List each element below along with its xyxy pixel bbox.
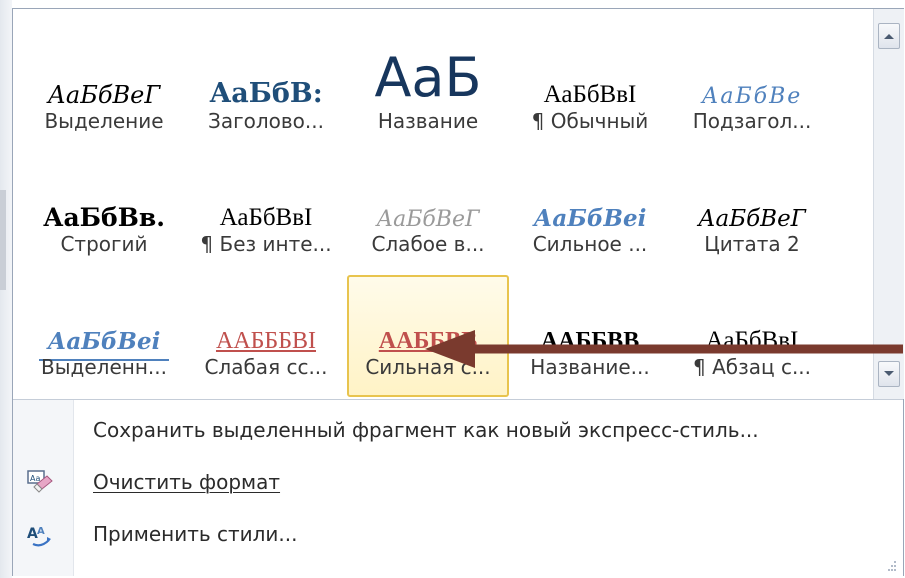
style-intense-emphasis[interactable]: АаБбВеі Сильное ...	[509, 152, 671, 274]
style-book-title[interactable]: ААББВВ Название...	[509, 275, 671, 397]
style-preview: ААББВВ	[378, 328, 478, 354]
menu-item-label: Сохранить выделенный фрагмент как новый …	[93, 418, 759, 442]
save-as-quick-style-item[interactable]: Сохранить выделенный фрагмент как новый …	[13, 406, 903, 456]
style-label: Сильное ...	[532, 232, 648, 256]
style-preview: АаБбВеГ	[698, 206, 806, 232]
style-intense-quote[interactable]: АаБбВеі Выделенн...	[23, 275, 185, 397]
style-preview: АаБбВеГ	[376, 207, 480, 232]
menu-item-label: Применить стили...	[93, 522, 298, 546]
style-subtle-emphasis[interactable]: АаБбВеГ Слабое в...	[347, 152, 509, 274]
style-label: Заголово...	[208, 109, 324, 133]
style-preview: АаБбВеі	[533, 205, 647, 232]
style-label: ¶ Абзац с...	[692, 355, 812, 379]
style-label: Подзагол...	[692, 109, 812, 133]
gallery-scrollbar[interactable]	[873, 9, 904, 399]
style-preview: АаБбВеГ	[47, 81, 161, 109]
scroll-up-icon	[884, 34, 894, 39]
apply-styles-item[interactable]: A A Применить стили...	[13, 510, 903, 560]
style-preview: АаБ	[374, 46, 482, 109]
scroll-down-icon	[884, 371, 894, 376]
style-heading[interactable]: АаБбВ: Заголово...	[185, 29, 347, 151]
style-preview: АаБбВе	[701, 84, 803, 109]
style-intense-reference[interactable]: ААББВВ Сильная с...	[347, 275, 509, 397]
style-preview: АаБбВв.	[43, 203, 165, 232]
svg-text:Aa: Aa	[30, 474, 40, 483]
style-preview: ААБББВІ	[215, 328, 316, 354]
style-preview: АаБбВеі	[39, 277, 169, 361]
style-label: Цитата 2	[704, 232, 800, 256]
document-edge	[0, 0, 12, 578]
scroll-down-button[interactable]	[878, 361, 900, 387]
style-label: Название	[377, 109, 479, 133]
style-preview: ААББВВ	[540, 328, 640, 354]
style-label: Выделение	[44, 109, 164, 133]
style-emphasis[interactable]: АаБбВеГ Выделение	[23, 29, 185, 151]
style-preview: АаБбВвІ	[219, 204, 313, 231]
resize-grip-icon[interactable]	[883, 560, 897, 572]
menu-item-label: Очистить формат	[93, 470, 281, 494]
style-no-spacing[interactable]: АаБбВвІ ¶ Без инте...	[185, 152, 347, 274]
style-title[interactable]: АаБ Название	[347, 29, 509, 151]
style-list-paragraph[interactable]: АаБбВвІ ¶ Абзац с...	[671, 275, 833, 397]
style-normal[interactable]: АаБбВвІ ¶ Обычный	[509, 29, 671, 151]
style-label: Выделенн...	[41, 355, 167, 379]
quick-styles-panel: АаБбВеГ Выделение АаБбВ: Заголово... АаБ…	[12, 8, 904, 576]
style-label: ¶ Без инте...	[200, 232, 332, 256]
style-preview: АаБбВвІ	[705, 327, 799, 354]
style-label: Слабое в...	[371, 232, 485, 256]
style-preview: АаБбВ:	[209, 78, 323, 109]
styles-gallery: АаБбВеГ Выделение АаБбВ: Заголово... АаБ…	[13, 9, 873, 399]
styles-menu: Сохранить выделенный фрагмент как новый …	[13, 400, 903, 576]
clear-format-icon: Aa	[27, 470, 53, 493]
style-label: Слабая сс...	[204, 355, 328, 379]
style-quote-2[interactable]: АаБбВеГ Цитата 2	[671, 152, 833, 274]
style-label: Строгий	[60, 232, 148, 256]
style-label: Название...	[530, 355, 650, 379]
apply-styles-icon: A A	[27, 526, 51, 547]
style-label: ¶ Обычный	[531, 109, 649, 133]
style-strong[interactable]: АаБбВв. Строгий	[23, 152, 185, 274]
style-subtitle[interactable]: АаБбВе Подзагол...	[671, 29, 833, 151]
clear-format-item[interactable]: Aa Очистить формат	[13, 458, 903, 508]
scroll-up-button[interactable]	[878, 23, 900, 49]
style-preview: АаБбВвІ	[543, 81, 637, 108]
svg-text:A: A	[37, 526, 45, 537]
style-subtle-reference[interactable]: ААБББВІ Слабая сс...	[185, 275, 347, 397]
ruler-notch	[0, 190, 6, 290]
style-label: Сильная с...	[365, 355, 491, 379]
